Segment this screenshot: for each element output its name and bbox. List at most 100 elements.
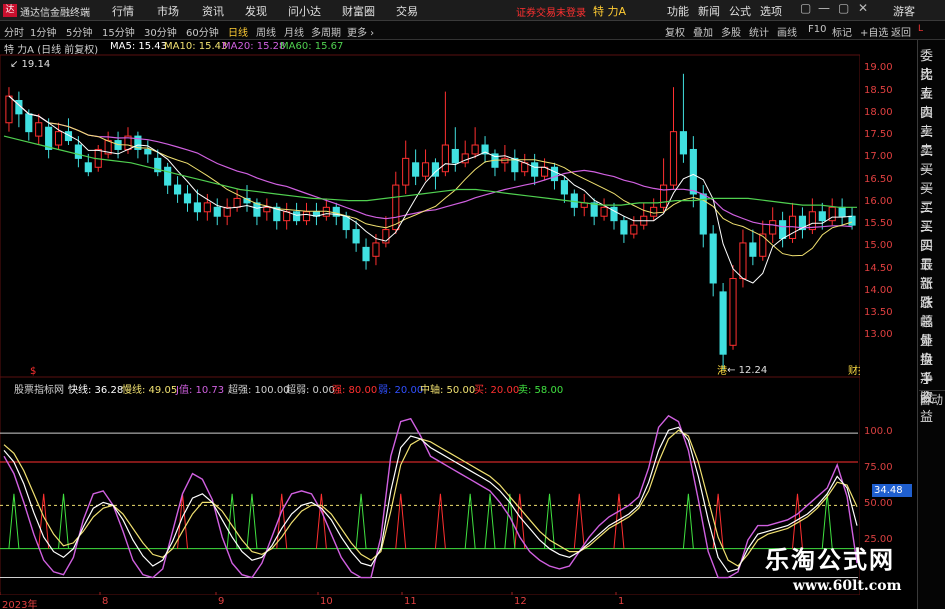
date-tick-label: 2023年 bbox=[2, 600, 38, 609]
price-tick-label: 17.50 bbox=[864, 129, 893, 141]
sell-signal-spike bbox=[355, 493, 367, 549]
ma60-line bbox=[3, 135, 857, 208]
ma10-line bbox=[8, 95, 853, 257]
candle-body bbox=[660, 184, 668, 208]
date-axis: 2023年 8 9 10 11 12 1 bbox=[0, 595, 860, 609]
date-tick-label: 9 bbox=[218, 596, 225, 607]
back-button[interactable]: 返回 bbox=[891, 24, 911, 39]
price-tick-label: 13.00 bbox=[864, 329, 893, 341]
sell-signal-spike bbox=[58, 493, 70, 549]
high-price-label: ↙ 19.14 bbox=[10, 59, 50, 70]
side-panel-tag: L bbox=[918, 24, 924, 34]
price-tick-label: 16.50 bbox=[864, 173, 893, 185]
price-tick-label: 16.00 bbox=[864, 195, 893, 207]
candle-body bbox=[421, 162, 430, 177]
date-tick-label: 12 bbox=[514, 596, 527, 607]
price-tick-label: 14.50 bbox=[864, 262, 893, 274]
price-tick-label: 18.50 bbox=[864, 84, 893, 96]
sell-signal-spike bbox=[484, 493, 496, 549]
fast-line bbox=[3, 426, 858, 573]
candle-body bbox=[749, 242, 757, 257]
price-tick-label: 17.00 bbox=[864, 151, 893, 163]
candle-body bbox=[84, 162, 92, 173]
indicator-tick-label: 100.0 bbox=[864, 426, 893, 438]
candle-body bbox=[193, 202, 201, 213]
candle-body bbox=[412, 162, 420, 177]
candle-body bbox=[402, 157, 410, 186]
candle-body bbox=[35, 122, 43, 137]
add-watchlist-button[interactable]: +自选 bbox=[860, 24, 888, 39]
sell-signal-spike bbox=[8, 493, 20, 549]
candle-body bbox=[689, 148, 697, 195]
indicator-tick-label: 50.00 bbox=[864, 498, 893, 510]
candle-body bbox=[253, 202, 261, 217]
sell-signal-spike bbox=[464, 493, 476, 549]
candle-body bbox=[352, 229, 360, 244]
user-guest[interactable]: 游客 bbox=[893, 3, 915, 19]
candle-body bbox=[838, 206, 846, 217]
candle-body bbox=[848, 215, 856, 226]
candle-body bbox=[25, 113, 33, 133]
price-tick-label: 15.50 bbox=[864, 218, 893, 230]
candle-body bbox=[293, 211, 301, 222]
candle-body bbox=[719, 291, 727, 355]
watermark-title: 乐淘公式网 bbox=[765, 546, 895, 574]
ma5-line bbox=[8, 95, 853, 284]
candle-body bbox=[451, 148, 459, 164]
watermark-url: www.60lt.com bbox=[793, 578, 902, 594]
candle-body bbox=[679, 131, 687, 155]
candle-body bbox=[203, 202, 211, 213]
dividend-marker: $ bbox=[30, 366, 36, 377]
low-price-label: ← 12.24 bbox=[727, 365, 767, 376]
candle-body bbox=[174, 184, 182, 195]
candle-body bbox=[769, 220, 777, 235]
chart-canvas[interactable]: ↙ 19.14 ← 12.24港 财报 $ bbox=[0, 0, 860, 595]
candle-body bbox=[739, 242, 747, 280]
candle-body bbox=[759, 233, 767, 257]
date-tick-label: 11 bbox=[404, 596, 417, 607]
candle-body bbox=[669, 131, 678, 186]
slow-line bbox=[3, 429, 858, 567]
candle-body bbox=[74, 144, 82, 159]
buy-signal-spike bbox=[395, 493, 407, 549]
price-tick-label: 19.00 bbox=[864, 62, 893, 74]
date-tick-label: 10 bbox=[320, 596, 333, 607]
quote-side-panel: 委比 卖五 卖四 卖三 卖二 卖一 买一 买二 买三 买四 买五 最新 涨跌 涨… bbox=[917, 40, 945, 609]
buy-signal-spike bbox=[573, 493, 585, 549]
candle-body bbox=[342, 215, 350, 231]
report-marker: 财报 bbox=[848, 364, 860, 377]
sell-signal-spike bbox=[246, 493, 258, 549]
buy-signal-spike bbox=[712, 493, 724, 549]
price-tick-label: 13.50 bbox=[864, 307, 893, 319]
candle-body bbox=[531, 162, 539, 177]
candle-body bbox=[709, 233, 717, 284]
candle-body bbox=[729, 278, 737, 346]
current-indicator-value: 34.48 bbox=[872, 484, 912, 497]
candle-body bbox=[54, 131, 63, 146]
candle-body bbox=[600, 206, 608, 217]
candle-body bbox=[233, 197, 241, 208]
candle-body bbox=[164, 166, 172, 186]
candle-body bbox=[550, 166, 559, 182]
price-tick-label: 14.00 bbox=[864, 284, 893, 296]
indicator-tick-label: 75.00 bbox=[864, 462, 893, 474]
candle-body bbox=[362, 246, 370, 262]
date-tick-label: 1 bbox=[618, 596, 625, 607]
sell-signal-spike bbox=[682, 493, 694, 549]
low-marker: 港 bbox=[717, 365, 727, 377]
candle-body bbox=[818, 211, 826, 222]
candle-body bbox=[5, 95, 13, 124]
date-tick-label: 8 bbox=[102, 596, 109, 607]
price-tick-label: 18.00 bbox=[864, 106, 893, 118]
candle-body bbox=[779, 220, 787, 239]
candle-body bbox=[144, 148, 152, 155]
side-auto-button[interactable]: 自动 bbox=[919, 390, 945, 408]
buy-signal-spike bbox=[434, 493, 446, 549]
candle-body bbox=[213, 206, 221, 217]
candle-body bbox=[283, 211, 291, 222]
candle-body bbox=[650, 206, 658, 217]
candle-body bbox=[471, 144, 479, 155]
buy-signal-spike bbox=[38, 493, 50, 549]
buy-signal-spike bbox=[177, 493, 189, 549]
candle-body bbox=[630, 224, 638, 235]
